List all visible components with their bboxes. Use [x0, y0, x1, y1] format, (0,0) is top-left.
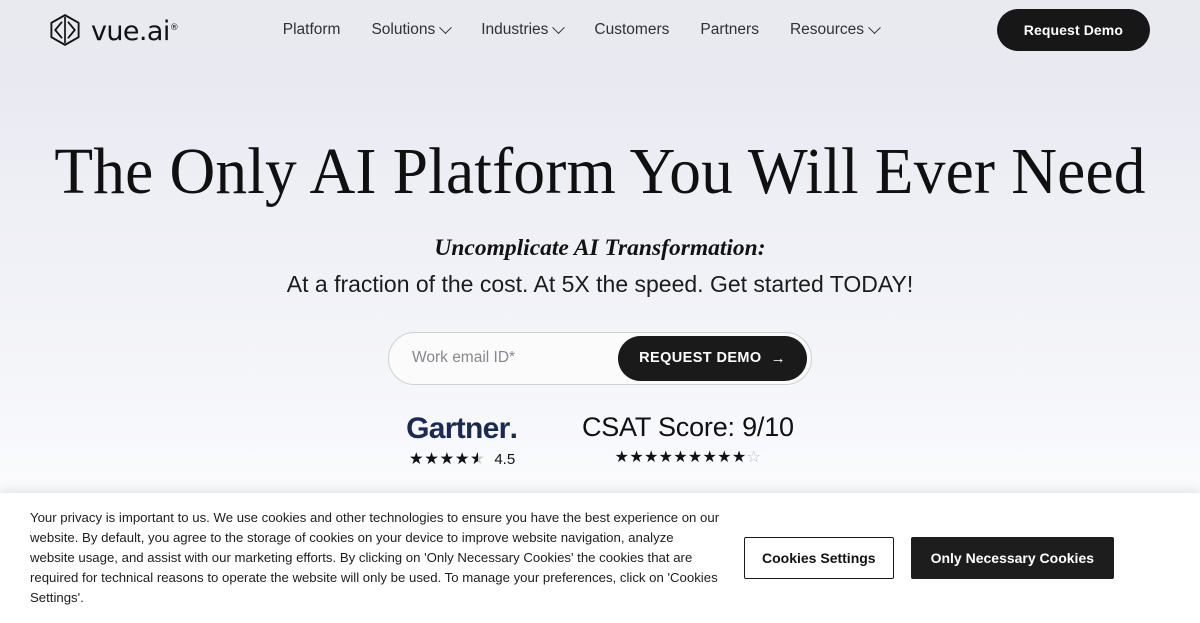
cookies-settings-button[interactable]: Cookies Settings: [744, 537, 894, 579]
gartner-star-rating-icon: ★★★★★ ★: [408, 448, 486, 468]
nav-label: Partners: [700, 21, 759, 39]
gartner-wordmark: Gartner.: [406, 411, 518, 445]
empty-star-icon: ☆: [746, 446, 762, 466]
gartner-dot: .: [509, 411, 518, 445]
nav-label: Industries: [481, 21, 549, 39]
nav-label: Solutions: [371, 21, 436, 39]
social-proof-row: Gartner. ★★★★★ ★ 4.5 CSAT Score: 9/10 ★★★…: [0, 411, 1200, 468]
nav-item-partners[interactable]: Partners: [700, 16, 759, 44]
cookie-consent-actions: Cookies Settings Only Necessary Cookies: [744, 537, 1115, 579]
header-request-demo-button[interactable]: Request Demo: [996, 9, 1150, 51]
landing-page: vue.ai® Platform Solutions Industries Cu…: [0, 0, 1200, 623]
registered-trademark-mark: ®: [169, 22, 179, 33]
chevron-down-icon: [552, 20, 566, 34]
only-necessary-cookies-button[interactable]: Only Necessary Cookies: [910, 537, 1115, 579]
gartner-badge: Gartner. ★★★★★ ★ 4.5: [406, 411, 518, 468]
hero-headline: The Only AI Platform You Will Ever Need: [54, 135, 1146, 208]
hero-request-demo-label: REQUEST DEMO: [639, 350, 762, 367]
primary-navigation: Platform Solutions Industries Customers …: [283, 16, 881, 44]
csat-star-rating-icon: ★★★★★★★★★☆: [614, 446, 762, 466]
csat-badge: CSAT Score: 9/10 ★★★★★★★★★☆: [581, 411, 794, 466]
half-star-icon: ★ ★: [470, 448, 486, 468]
nav-label: Platform: [282, 21, 341, 39]
nav-item-resources[interactable]: Resources: [789, 16, 881, 44]
hero-subheadline: At a fraction of the cost. At 5X the spe…: [286, 271, 914, 297]
nav-item-customers[interactable]: Customers: [594, 16, 669, 44]
vue-ai-hexagon-logo-icon: [50, 14, 80, 46]
cookie-consent-message: Your privacy is important to us. We use …: [30, 509, 720, 606]
brand-logo-link[interactable]: vue.ai®: [48, 13, 179, 47]
nav-item-industries[interactable]: Industries: [481, 16, 566, 44]
chevron-down-icon: [439, 20, 453, 34]
cookie-consent-banner: Your privacy is important to us. We use …: [0, 493, 1200, 623]
nav-item-platform[interactable]: Platform: [283, 16, 341, 44]
csat-score-label: CSAT Score: 9/10: [581, 411, 794, 442]
hero-email-capture-form: REQUEST DEMO →: [388, 331, 812, 385]
gartner-rating-value: 4.5: [494, 450, 516, 468]
hero-subheadline-emphasis: Uncomplicate AI Transformation:: [434, 234, 766, 261]
arrow-right-icon: →: [770, 349, 786, 367]
site-header: vue.ai® Platform Solutions Industries Cu…: [0, 0, 1200, 60]
close-icon[interactable]: ✕: [1195, 545, 1200, 571]
half-star-fill: ★: [470, 450, 478, 468]
brand-wordmark: vue.ai®: [91, 15, 179, 47]
chevron-down-icon: [868, 20, 881, 34]
hero-request-demo-button[interactable]: REQUEST DEMO →: [618, 335, 807, 381]
gartner-rating: ★★★★★ ★ 4.5: [406, 448, 518, 468]
nav-label: Resources: [789, 21, 865, 39]
work-email-input[interactable]: [389, 332, 619, 384]
hero-section: The Only AI Platform You Will Ever Need …: [0, 60, 1200, 467]
nav-label: Customers: [594, 21, 670, 39]
nav-item-solutions[interactable]: Solutions: [371, 16, 453, 44]
